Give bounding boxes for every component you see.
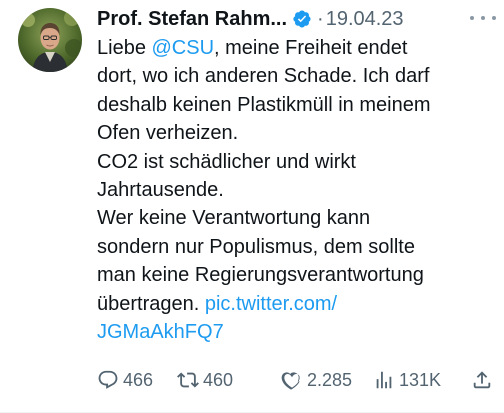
text-segment: übertragen.	[97, 292, 205, 315]
tweet-line: dort, wo ich anderen Schade. Ich darf	[97, 65, 430, 88]
like-button[interactable]: 2.285	[281, 367, 352, 393]
tweet-line: CO2 ist schädlicher und wirkt	[97, 150, 356, 173]
like-count: 2.285	[307, 369, 353, 390]
retweet-icon	[177, 369, 199, 391]
separator-dot: ·	[317, 7, 324, 30]
reply-button[interactable]: 466	[97, 367, 153, 393]
action-bar: 466 460 2.285 131K	[97, 367, 492, 393]
views-button[interactable]: 131K	[373, 367, 441, 393]
more-dot	[492, 16, 496, 20]
heart-icon	[281, 369, 303, 391]
retweet-button[interactable]: 460	[177, 367, 233, 393]
views-chart-icon	[373, 369, 395, 391]
more-dot	[470, 16, 474, 20]
tweet-line: Jahrtausende.	[97, 178, 224, 201]
tweet-date[interactable]: 19.04.23	[326, 8, 404, 31]
reply-count: 466	[123, 369, 154, 390]
share-button[interactable]	[471, 367, 493, 393]
tweet-line: Wer keine Verantwortung kann	[97, 207, 371, 230]
retweet-count: 460	[203, 369, 234, 390]
reply-icon	[97, 369, 119, 391]
tweet-card[interactable]: Prof. Stefan Rahm... · 19.04.23 Liebe @C…	[0, 0, 504, 413]
views-count: 131K	[399, 369, 442, 390]
tweet-line: übertragen. pic.twitter.com/	[97, 290, 489, 318]
text-segment: Liebe	[97, 37, 152, 59]
more-options-icon[interactable]	[470, 10, 496, 26]
share-icon	[471, 369, 493, 391]
tweet-text: Liebe @CSU, meine Freiheit endet dort, w…	[97, 34, 489, 346]
tweet-line: Ofen verheizen.	[97, 122, 239, 145]
tweet-line: man keine Regierungsverantwortung	[97, 264, 424, 287]
tweet-line: JGMaAkhFQ7	[97, 318, 489, 346]
tweet-line: deshalb keinen Plastikmüll in meinem	[97, 93, 431, 116]
text-segment: , meine Freiheit endet	[214, 37, 408, 59]
media-link[interactable]: JGMaAkhFQ7	[97, 321, 224, 343]
more-dot	[481, 16, 485, 20]
media-link[interactable]: pic.twitter.com/	[205, 293, 337, 315]
verified-badge-icon	[292, 9, 312, 29]
mention-link[interactable]: @CSU	[152, 37, 215, 59]
tweet-header: Prof. Stefan Rahm... · 19.04.23	[97, 6, 404, 32]
avatar[interactable]	[18, 8, 82, 72]
author-name[interactable]: Prof. Stefan Rahm...	[97, 8, 287, 31]
tweet-line: sondern nur Populismus, dem sollte	[97, 235, 415, 258]
tweet-line: Liebe @CSU, meine Freiheit endet	[97, 34, 489, 62]
